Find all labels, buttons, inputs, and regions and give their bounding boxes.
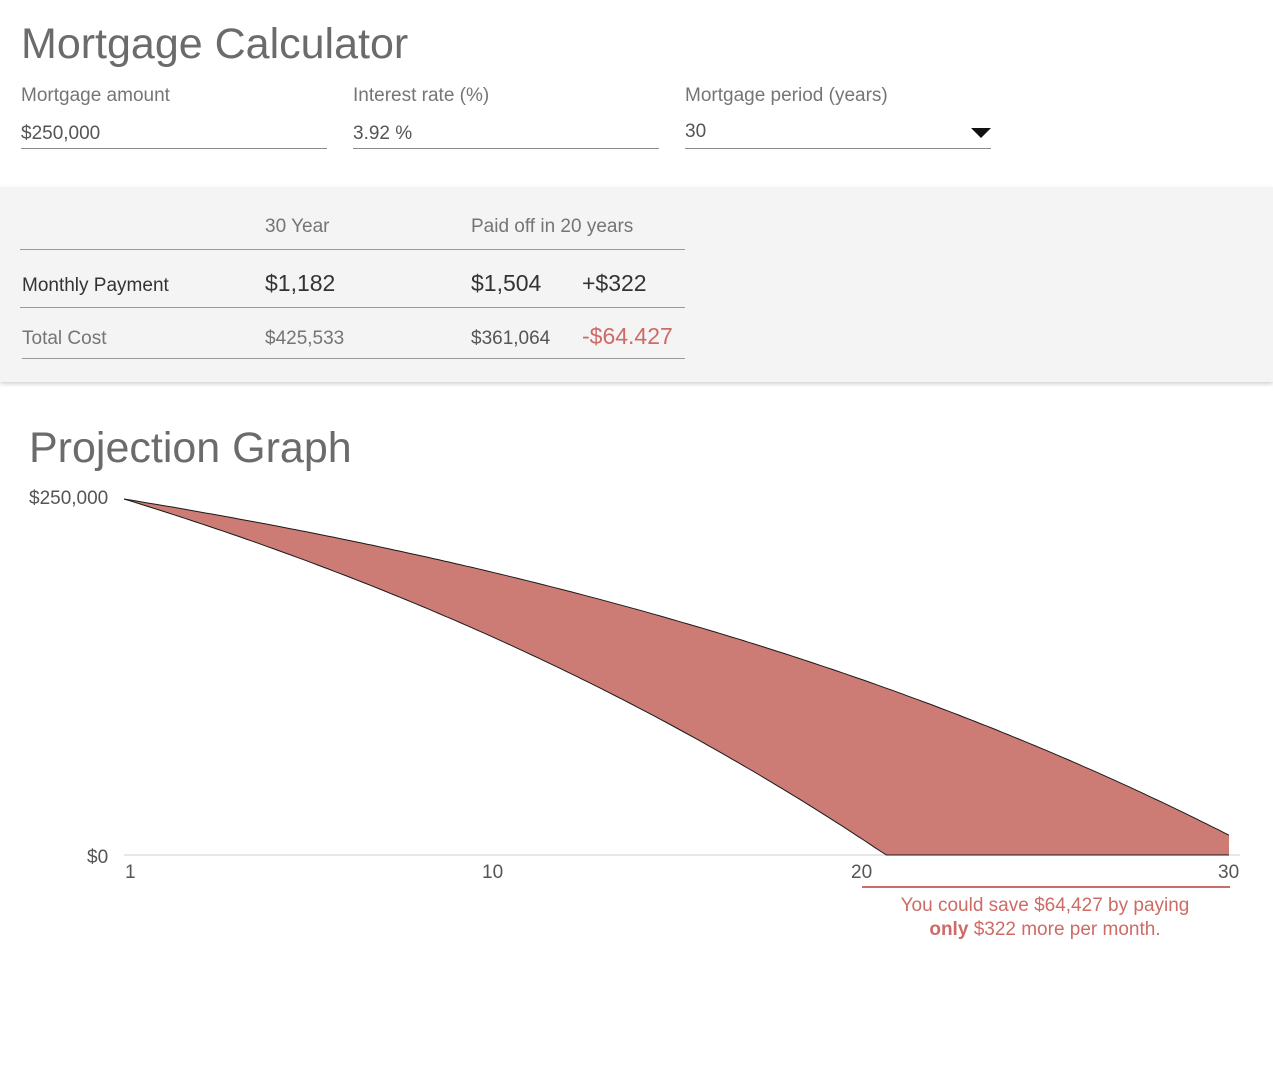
x-axis-label-20: 20 (851, 862, 873, 883)
y-axis-label-zero: $0 (87, 847, 109, 868)
savings-underline (862, 886, 1230, 888)
savings-message-rest: $322 more per month. (973, 919, 1161, 940)
x-axis-label-30: 30 (1218, 862, 1240, 883)
savings-message: You could save $64,427 by paying only $3… (862, 894, 1228, 942)
savings-area (124, 499, 1229, 855)
savings-message-line1: You could save $64,427 by paying (900, 895, 1190, 916)
x-axis-label-10: 10 (482, 862, 504, 883)
x-axis-label-1: 1 (125, 862, 136, 883)
savings-message-bold: only (929, 919, 969, 940)
y-axis-label-max: $250,000 (29, 488, 109, 509)
